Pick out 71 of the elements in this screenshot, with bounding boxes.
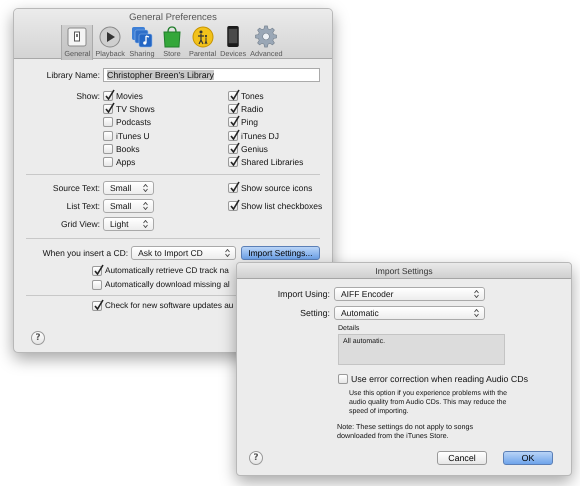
field-label: Setting: (299, 308, 331, 318)
checkbox[interactable] (92, 266, 102, 276)
dropdown[interactable]: Light (103, 216, 154, 231)
dropdown[interactable]: Ask to Import CD (131, 246, 236, 260)
checkbox-label: Apps (116, 157, 136, 168)
ok-button[interactable]: OK (503, 451, 553, 465)
stepper-arrows-icon (143, 202, 148, 210)
stepper-arrows-icon (143, 184, 148, 192)
stacked-music-icon (130, 26, 153, 48)
checkbox[interactable] (228, 144, 238, 154)
stepper-arrows-icon (143, 220, 148, 228)
field-label: List Text: (66, 200, 101, 211)
help-button[interactable]: ? (31, 331, 45, 345)
checkbox[interactable] (338, 374, 348, 384)
dropdown[interactable]: AIFF Encoder (334, 287, 485, 301)
checkbox-label: Podcasts (116, 117, 151, 128)
checkbox-label: iTunes U (116, 130, 150, 141)
field-label: Show: (75, 90, 101, 101)
field-label: When you insert a CD: (42, 248, 130, 258)
shopping-bag-icon (160, 26, 183, 48)
dropdown[interactable]: Small (103, 180, 154, 195)
checkbox-label: Tones (241, 90, 264, 101)
checkbox-label: Automatically retrieve CD track na (105, 266, 229, 276)
checkbox[interactable] (92, 300, 102, 311)
checkbox-label: Books (116, 144, 140, 154)
checkbox[interactable] (103, 130, 113, 141)
checkbox-label: Ping (241, 117, 258, 128)
checkbox[interactable] (103, 104, 113, 114)
checkbox[interactable] (228, 117, 238, 128)
checkbox[interactable] (228, 200, 238, 211)
window-title: General Preferences (129, 12, 217, 23)
checkbox-label: Check for new software updates au (105, 301, 234, 310)
checkbox[interactable] (228, 104, 238, 114)
checkbox-label: Use error correction when reading Audio CDs (351, 374, 528, 384)
checkbox[interactable] (103, 157, 113, 168)
field-label: Library Name: (46, 70, 101, 80)
checkbox-label: Genius (241, 144, 268, 154)
checkbox[interactable] (228, 182, 238, 193)
import-settings-button[interactable]: Import Settings... (240, 246, 320, 260)
checkbox-label: iTunes DJ (241, 130, 279, 141)
stepper-arrows-icon (474, 290, 479, 298)
checkbox-label: Shared Libraries (241, 157, 304, 168)
dropdown[interactable]: Automatic (334, 306, 485, 320)
field-label: Grid View: (60, 218, 101, 229)
checkbox-label: Radio (241, 104, 264, 114)
play-icon (99, 26, 122, 48)
stepper-arrows-icon (224, 248, 230, 257)
checkbox-label: TV Shows (116, 104, 155, 114)
checkbox-label: Show list checkboxes (241, 200, 322, 211)
stepper-arrows-icon (474, 309, 479, 317)
cancel-button[interactable]: Cancel (437, 451, 487, 465)
checkbox[interactable] (103, 144, 113, 154)
phone-icon (226, 25, 240, 48)
switch-icon (66, 26, 88, 48)
checkbox[interactable] (103, 117, 113, 128)
checkbox[interactable] (228, 90, 238, 101)
dropdown[interactable]: Small (103, 198, 154, 213)
text-field[interactable]: Christopher Breen’s Library (103, 68, 320, 82)
checkbox[interactable] (92, 280, 102, 290)
checkbox[interactable] (103, 90, 113, 101)
field-label: Source Text: (52, 182, 101, 193)
help-button[interactable]: ? (249, 451, 263, 465)
checkbox-label: Movies (116, 90, 143, 101)
checkbox-label: Show source icons (241, 182, 312, 193)
checkbox[interactable] (228, 130, 238, 141)
family-icon (192, 26, 214, 48)
dialog-title: Import Settings (237, 263, 571, 279)
checkbox-label: Automatically download missing al (105, 280, 230, 290)
field-label: Import Using: (276, 289, 331, 299)
gear-icon (254, 25, 278, 48)
checkbox[interactable] (228, 157, 238, 168)
